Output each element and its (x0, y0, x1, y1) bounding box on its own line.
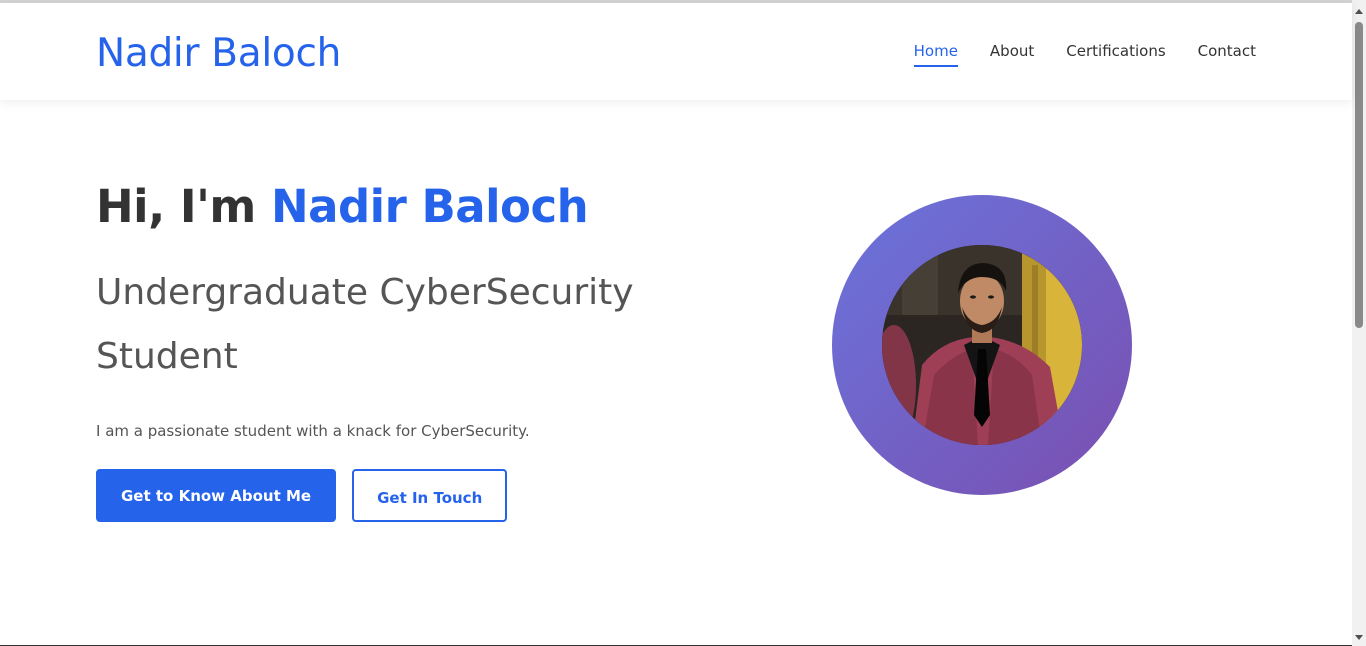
hero-greeting: Hi, I'm (96, 180, 256, 233)
scroll-up-icon[interactable] (1355, 9, 1363, 14)
nav-contact-link[interactable]: Contact (1198, 39, 1256, 63)
hero-subtitle: Undergraduate CyberSecurity Student (96, 272, 634, 377)
hero-title: Hi, I'm Nadir Baloch (96, 179, 696, 235)
profile-photo-illustration (882, 245, 1082, 445)
profile-ring (832, 195, 1132, 495)
scrollbar-thumb[interactable] (1355, 22, 1363, 328)
hero-section: Hi, I'm Nadir Baloch Undergraduate Cyber… (96, 179, 696, 522)
brand-logo[interactable]: Nadir Baloch (96, 29, 341, 79)
nav-home-link[interactable]: Home (913, 39, 959, 67)
page: Nadir Baloch Home About Certifications C… (0, 3, 1352, 646)
hero-description: I am a passionate student with a knack f… (96, 422, 530, 440)
nav-links: Home About Certifications Contact (913, 39, 1256, 67)
vertical-scrollbar[interactable] (1352, 0, 1366, 646)
profile-photo (882, 245, 1082, 445)
get-in-touch-button[interactable]: Get In Touch (352, 469, 508, 522)
nav-about-link[interactable]: About (990, 39, 1034, 63)
navbar: Nadir Baloch Home About Certifications C… (0, 3, 1352, 100)
hero-name: Nadir Baloch (270, 180, 589, 233)
browser-viewport: Nadir Baloch Home About Certifications C… (0, 0, 1366, 646)
nav-certifications-link[interactable]: Certifications (1066, 39, 1165, 63)
scroll-down-icon[interactable] (1355, 635, 1363, 640)
hero-buttons: Get to Know About Me Get In Touch (96, 469, 508, 522)
about-me-button[interactable]: Get to Know About Me (96, 469, 337, 522)
